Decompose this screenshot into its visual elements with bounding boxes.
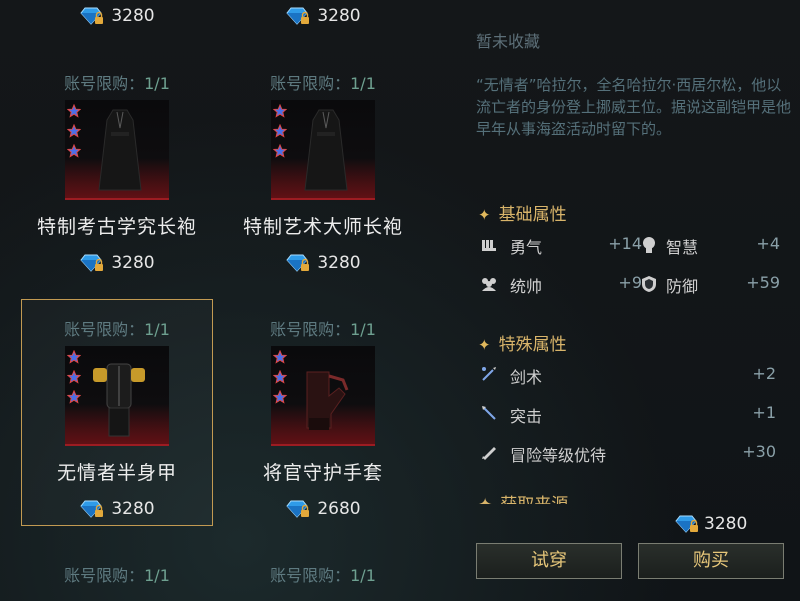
star-icon	[273, 124, 287, 138]
assault-icon	[482, 406, 496, 420]
item-thumbnail	[65, 100, 169, 200]
star-icon	[67, 104, 81, 118]
item-thumbnail	[271, 346, 375, 446]
item-thumbnail	[271, 100, 375, 200]
defense-icon	[642, 276, 656, 292]
total-price: 3280	[674, 514, 747, 534]
diamond-lock-icon	[80, 7, 104, 25]
diamond-lock-icon	[286, 500, 310, 518]
star-icon	[273, 390, 287, 404]
purchase-limit: 账号限购：1/1	[64, 566, 170, 585]
buy-button[interactable]: 购买	[638, 543, 784, 579]
collection-status: 暂未收藏	[476, 32, 541, 51]
diamond-lock-icon	[286, 254, 310, 272]
star-icon	[67, 144, 81, 158]
courage-icon	[482, 240, 496, 251]
intelligence-icon	[643, 237, 655, 253]
diamond-lock-icon	[286, 7, 310, 25]
purchase-limit: 账号限购：1/1	[64, 74, 170, 93]
rarity-stars	[273, 104, 287, 164]
star-icon	[273, 144, 287, 158]
swordsmanship-icon	[482, 367, 496, 381]
item-price: 3280	[21, 253, 213, 273]
command-icon	[482, 278, 496, 291]
item-price: 3280	[227, 253, 419, 273]
robe-image	[98, 109, 142, 191]
item-thumbnail	[65, 346, 169, 446]
item-price: 3280	[21, 499, 213, 519]
robe-image	[304, 109, 348, 191]
armor-image	[93, 363, 145, 437]
star-icon	[273, 370, 287, 384]
star-icon	[67, 370, 81, 384]
item-card-ruthless-half-armor[interactable]: 账号限购：1/1 无情者半身甲 3280	[21, 314, 213, 524]
basic-attributes-title: ✦ 基础属性	[478, 205, 567, 225]
purchase-limit: 账号限购：1/1	[270, 566, 376, 585]
item-name: 特制考古学究长袍	[36, 216, 197, 238]
rarity-stars	[67, 104, 81, 164]
item-name: 特制艺术大师长袍	[242, 216, 403, 238]
special-attributes-title: ✦ 特殊属性	[478, 335, 567, 355]
purchase-limit: 账号限购：1/1	[64, 320, 170, 339]
item-price: 3280	[21, 6, 213, 26]
source-title-clipped: ✦获取来源	[478, 494, 608, 504]
rarity-stars	[67, 350, 81, 410]
item-detail-panel: 暂未收藏 “无情者”哈拉尔，全名哈拉尔·西居尔松，他以流亡者的身份登上挪威王位。…	[460, 0, 800, 601]
star-icon	[67, 350, 81, 364]
star-icon	[67, 124, 81, 138]
star-icon	[273, 350, 287, 364]
star-icon	[67, 390, 81, 404]
item-name: 无情者半身甲	[56, 462, 177, 484]
item-price: 2680	[227, 499, 419, 519]
adventure-icon	[482, 447, 496, 460]
item-card-archaeologist-robe[interactable]: 账号限购：1/1 特制考古学究长袍 3280	[21, 68, 213, 278]
item-price: 3280	[227, 6, 419, 26]
try-on-button[interactable]: 试穿	[476, 543, 622, 579]
purchase-limit: 账号限购：1/1	[270, 320, 376, 339]
diamond-lock-icon	[80, 500, 104, 518]
item-card-art-master-robe[interactable]: 账号限购：1/1 特制艺术大师长袍 3280	[227, 68, 419, 278]
purchase-limit: 账号限购：1/1	[270, 74, 376, 93]
item-name: 将官守护手套	[262, 462, 383, 484]
sparkle-icon: ✦	[478, 206, 491, 224]
diamond-lock-icon	[80, 254, 104, 272]
diamond-lock-icon	[675, 515, 698, 533]
sparkle-icon: ✦	[478, 336, 491, 354]
gloves-image	[306, 371, 349, 430]
rarity-stars	[273, 350, 287, 410]
item-card-general-gloves[interactable]: 账号限购：1/1 将官守护手套 2680	[227, 314, 419, 524]
item-description: “无情者”哈拉尔，全名哈拉尔·西居尔松，他以流亡者的身份登上挪威王位。据说这副铠…	[476, 76, 792, 138]
star-icon	[273, 104, 287, 118]
